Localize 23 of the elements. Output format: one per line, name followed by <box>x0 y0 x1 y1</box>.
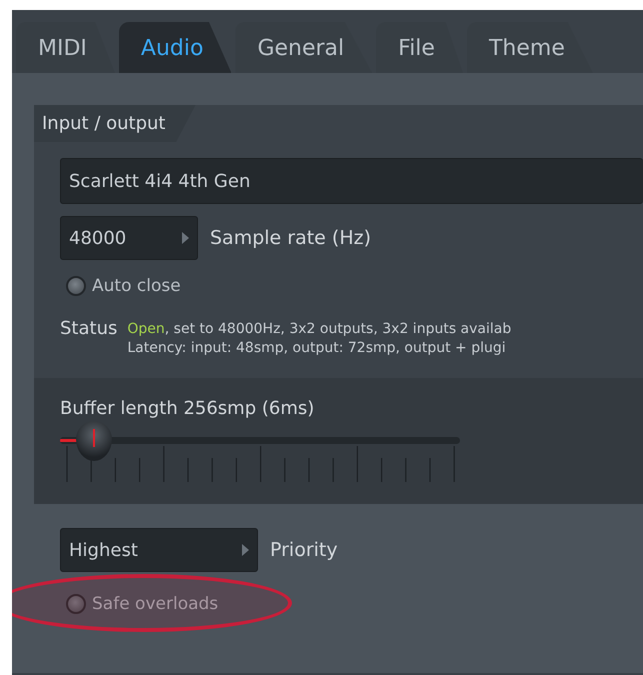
settings-tab[interactable]: Theme <box>466 22 593 73</box>
device-dropdown[interactable]: Scarlett 4i4 4th Gen <box>60 158 643 204</box>
group-title: Input / output <box>34 105 196 142</box>
status-text: , set to 48000Hz, 3x2 outputs, 3x2 inputs availab <box>164 321 512 337</box>
radio-button[interactable] <box>66 594 86 614</box>
settings-tab[interactable]: General <box>235 22 372 73</box>
caret-icon <box>242 544 249 556</box>
sample-rate-label: Sample rate (Hz) <box>210 227 371 249</box>
settings-tab[interactable]: MIDI <box>16 22 115 73</box>
priority-dropdown[interactable]: Highest <box>60 528 258 572</box>
settings-tab[interactable]: Audio <box>118 22 232 73</box>
priority-label: Priority <box>270 539 338 561</box>
auto-close-label: Auto close <box>92 276 181 296</box>
safe-overloads-label: Safe overloads <box>92 594 218 614</box>
status-label: Status <box>60 318 118 341</box>
slider-knob[interactable] <box>76 421 112 461</box>
settings-tab[interactable]: File <box>376 22 463 73</box>
buffer-length-label: Buffer length 256smp (6ms) <box>60 398 316 419</box>
radio-button[interactable] <box>66 276 86 296</box>
sample-rate-dropdown[interactable]: 48000 <box>60 216 198 260</box>
caret-icon <box>182 232 189 244</box>
status-state: Open <box>127 321 165 337</box>
latency-text: Latency: input: 48smp, output: 72smp, output + plugi <box>127 339 507 358</box>
